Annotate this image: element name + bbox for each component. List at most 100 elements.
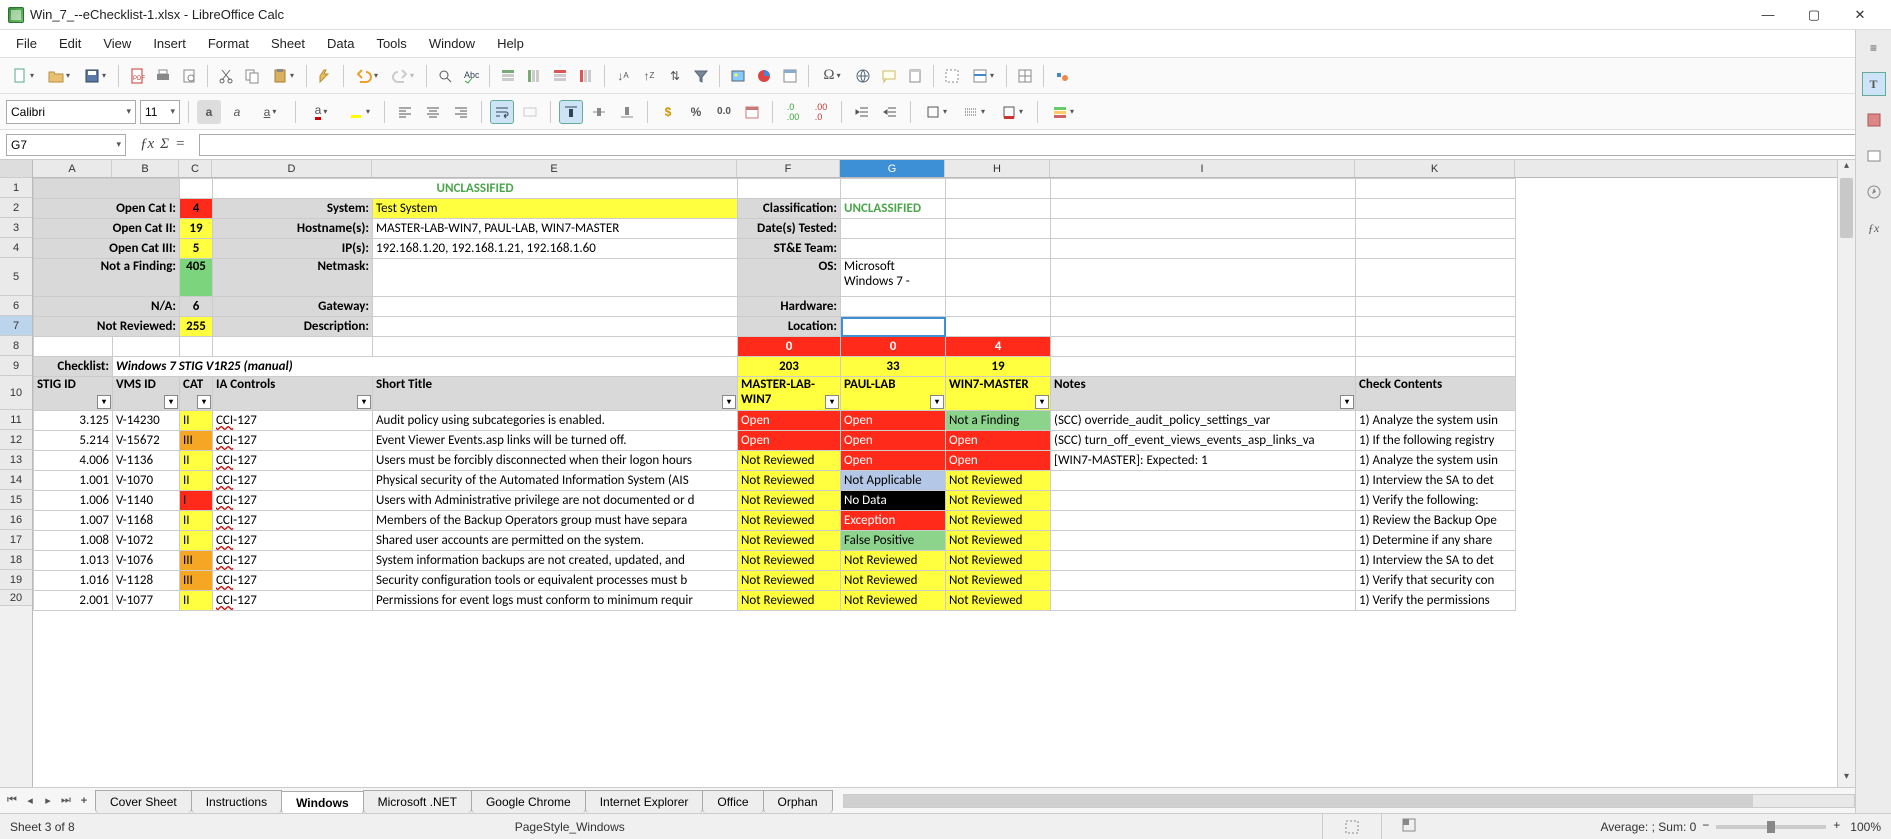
column-header-K[interactable]: K xyxy=(1355,160,1515,177)
filter-dropdown-icon[interactable]: ▾ xyxy=(164,395,178,409)
sort-desc-button[interactable]: ↑Z xyxy=(637,64,661,88)
tab-first-icon[interactable]: ⏮ xyxy=(4,794,20,807)
row-header-12[interactable]: 12 xyxy=(0,430,32,450)
insert-row-button[interactable] xyxy=(496,64,520,88)
row-header-16[interactable]: 16 xyxy=(0,510,32,530)
undo-button[interactable] xyxy=(350,64,384,88)
formula-equals-icon[interactable]: = xyxy=(175,136,185,153)
remove-decimal-button[interactable]: .00.0 xyxy=(809,100,833,124)
status-pagestyle[interactable]: PageStyle_Windows xyxy=(515,820,625,834)
special-char-button[interactable]: Ω xyxy=(815,64,849,88)
show-draw-functions-button[interactable] xyxy=(1050,64,1074,88)
column-header-E[interactable]: E xyxy=(372,160,737,177)
font-color-button[interactable]: a xyxy=(304,100,338,124)
menu-format[interactable]: Format xyxy=(198,32,259,55)
merge-cells-button[interactable] xyxy=(518,100,542,124)
row-header-8[interactable]: 8 xyxy=(0,336,32,356)
define-print-area-button[interactable] xyxy=(940,64,964,88)
decrease-indent-button[interactable] xyxy=(878,100,902,124)
sidebar-settings-icon[interactable]: ≡ xyxy=(1862,36,1886,60)
date-format-button[interactable] xyxy=(740,100,764,124)
sheet-tab-cover-sheet[interactable]: Cover Sheet xyxy=(95,790,192,813)
filter-dropdown-icon[interactable]: ▾ xyxy=(1035,395,1049,409)
filter-dropdown-icon[interactable]: ▾ xyxy=(197,395,211,409)
number-format-button[interactable]: 0.0 xyxy=(712,100,736,124)
sheet-tab-windows[interactable]: Windows xyxy=(281,791,364,814)
new-doc-button[interactable] xyxy=(6,64,40,88)
italic-button[interactable]: a xyxy=(225,100,249,124)
tab-add-icon[interactable]: + xyxy=(76,795,92,807)
menu-window[interactable]: Window xyxy=(419,32,485,55)
align-top-button[interactable] xyxy=(559,100,583,124)
insert-image-button[interactable] xyxy=(726,64,750,88)
vertical-scrollbar[interactable]: ▴ ▾ xyxy=(1837,160,1855,787)
sheet-tab-instructions[interactable]: Instructions xyxy=(191,790,282,813)
menu-sheet[interactable]: Sheet xyxy=(261,32,315,55)
split-window-button[interactable] xyxy=(1013,64,1037,88)
gallery-panel-icon[interactable] xyxy=(1862,144,1886,168)
status-selection-mode[interactable] xyxy=(1402,818,1416,835)
menu-insert[interactable]: Insert xyxy=(143,32,196,55)
sheet-tab-office[interactable]: Office xyxy=(702,790,763,813)
sheet-tab-google-chrome[interactable]: Google Chrome xyxy=(471,790,586,813)
align-vcenter-button[interactable] xyxy=(587,100,611,124)
wrap-text-button[interactable] xyxy=(490,100,514,124)
open-button[interactable] xyxy=(42,64,76,88)
styles-panel-icon[interactable] xyxy=(1862,108,1886,132)
column-header-H[interactable]: H xyxy=(945,160,1050,177)
increase-indent-button[interactable] xyxy=(850,100,874,124)
column-header-A[interactable]: A xyxy=(33,160,112,177)
comment-button[interactable] xyxy=(877,64,901,88)
autofilter-button[interactable] xyxy=(689,64,713,88)
filter-dropdown-icon[interactable]: ▾ xyxy=(722,395,736,409)
percent-button[interactable]: % xyxy=(684,100,708,124)
currency-button[interactable]: $ xyxy=(656,100,680,124)
hyperlink-button[interactable] xyxy=(851,64,875,88)
row-header-2[interactable]: 2 xyxy=(0,198,32,218)
sheet-tab-microsoft-net[interactable]: Microsoft .NET xyxy=(363,790,472,813)
delete-row-button[interactable] xyxy=(548,64,572,88)
border-color-button[interactable] xyxy=(995,100,1029,124)
spellcheck-button[interactable]: Abc xyxy=(459,64,483,88)
row-header-5[interactable]: 5 xyxy=(0,258,32,296)
row-header-6[interactable]: 6 xyxy=(0,296,32,316)
status-insert-mode[interactable] xyxy=(1322,814,1382,839)
sheet-tab-internet-explorer[interactable]: Internet Explorer xyxy=(585,790,704,813)
underline-button[interactable]: a xyxy=(253,100,287,124)
filter-dropdown-icon[interactable]: ▾ xyxy=(1340,395,1354,409)
row-header-13[interactable]: 13 xyxy=(0,450,32,470)
conditional-format-button[interactable] xyxy=(1046,100,1080,124)
cut-button[interactable] xyxy=(214,64,238,88)
border-style-button[interactable] xyxy=(957,100,991,124)
function-wizard-icon[interactable]: ƒx xyxy=(140,136,154,153)
row-header-20[interactable]: 20 xyxy=(0,590,32,606)
row-header-17[interactable]: 17 xyxy=(0,530,32,550)
delete-col-button[interactable] xyxy=(574,64,598,88)
window-close[interactable]: ✕ xyxy=(1837,1,1883,29)
navigator-panel-icon[interactable] xyxy=(1862,180,1886,204)
grid[interactable]: ABCDEFGHIK UNCLASSIFIEDOpen Cat I:4Syste… xyxy=(33,160,1855,787)
sheet-tab-orphan[interactable]: Orphan xyxy=(763,790,833,813)
row-header-18[interactable]: 18 xyxy=(0,550,32,570)
window-maximize[interactable]: ▢ xyxy=(1791,1,1837,29)
highlight-button[interactable] xyxy=(342,100,376,124)
cell-G7[interactable] xyxy=(841,317,946,337)
font-size-combo[interactable]: 11 xyxy=(140,100,180,124)
row-header-4[interactable]: 4 xyxy=(0,238,32,258)
filter-dropdown-icon[interactable]: ▾ xyxy=(357,395,371,409)
menu-file[interactable]: File xyxy=(6,32,47,55)
copy-button[interactable] xyxy=(240,64,264,88)
column-header-G[interactable]: G xyxy=(840,160,945,177)
save-button[interactable] xyxy=(78,64,112,88)
print-button[interactable] xyxy=(151,64,175,88)
column-header-D[interactable]: D xyxy=(212,160,372,177)
zoom-level[interactable]: 100% xyxy=(1850,820,1881,834)
horizontal-scrollbar[interactable] xyxy=(843,788,1855,813)
bold-button[interactable]: a xyxy=(197,100,221,124)
row-header-1[interactable]: 1 xyxy=(0,178,32,198)
menu-edit[interactable]: Edit xyxy=(49,32,91,55)
tab-prev-icon[interactable]: ◂ xyxy=(22,794,38,807)
row-header-15[interactable]: 15 xyxy=(0,490,32,510)
insert-pivot-button[interactable] xyxy=(778,64,802,88)
zoom-slider[interactable] xyxy=(1716,825,1826,829)
